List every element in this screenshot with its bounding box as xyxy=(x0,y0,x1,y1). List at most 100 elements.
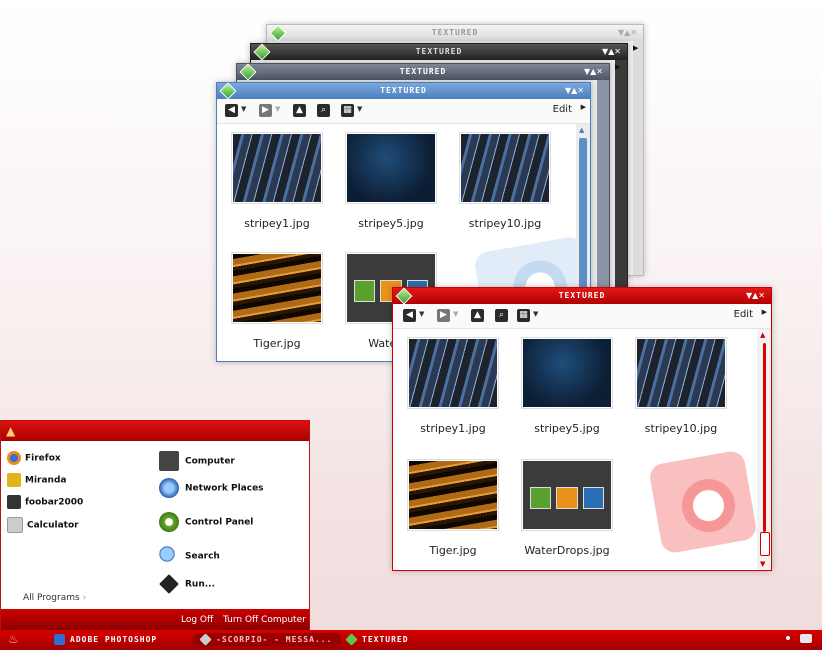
window-controls[interactable]: ▼▲✕ xyxy=(565,83,584,99)
scrollbar[interactable] xyxy=(615,60,627,294)
foobar2000-icon xyxy=(7,495,21,509)
arrow-right-icon: › xyxy=(82,593,87,603)
pinned-miranda[interactable]: Miranda xyxy=(7,473,66,487)
start-menu-footer: Log Off Turn Off Computer xyxy=(1,609,309,631)
file-item[interactable]: Tiger.jpg xyxy=(393,451,513,557)
file-name: stripey10.jpg xyxy=(644,422,718,435)
title-bar[interactable]: TEXTURED ▼▲✕ xyxy=(267,24,643,42)
pinned-calculator[interactable]: Calculator xyxy=(7,517,79,533)
notification-icon[interactable] xyxy=(800,634,812,643)
views-dropdown-icon[interactable]: ▼ xyxy=(357,105,362,113)
thumbnail xyxy=(345,132,437,204)
toolbar: ◀ ▼ ▶ ▼ ▲ ⌕ ▦ ▼ Edit ▶ xyxy=(393,304,771,329)
task-photoshop[interactable]: ADOBE PHOTOSHOP xyxy=(54,633,184,647)
title-bar[interactable]: TEXTURED ▼▲✕ xyxy=(237,63,609,81)
title-bar[interactable]: TEXTURED ▼▲✕ xyxy=(251,43,627,61)
window-controls[interactable]: ▼▲✕ xyxy=(618,25,637,41)
search-button[interactable]: ⌕ xyxy=(317,104,330,117)
file-item[interactable]: stripey5.jpg xyxy=(331,124,451,230)
window-controls[interactable]: ▼▲✕ xyxy=(602,44,621,60)
file-item[interactable]: Tiger.jpg xyxy=(217,244,337,350)
place-computer[interactable]: Computer xyxy=(159,451,235,471)
menu-arrow-icon[interactable]: ▶ xyxy=(615,63,620,71)
scroll-thumb[interactable] xyxy=(760,532,770,556)
file-item[interactable]: stripey1.jpg xyxy=(393,329,513,435)
scroll-up-icon[interactable]: ▲ xyxy=(760,331,765,339)
place-network[interactable]: Network Places xyxy=(159,478,264,498)
back-button[interactable]: ◀ xyxy=(225,104,238,117)
scroll-down-icon[interactable]: ▼ xyxy=(760,560,765,568)
thumbnail xyxy=(521,459,613,531)
up-folder-button[interactable]: ▲ xyxy=(471,309,484,322)
window-title: TEXTURED xyxy=(399,67,447,76)
taskbar: ♨ ADOBE PHOTOSHOP -SCORPIO- - MESSA... T… xyxy=(0,630,822,650)
place-control-panel[interactable]: Control Panel xyxy=(159,512,253,532)
thumbnail xyxy=(231,252,323,324)
title-bar[interactable]: TEXTURED ▼▲✕ xyxy=(217,82,590,100)
all-programs-button[interactable]: All Programs › xyxy=(23,593,86,603)
run-icon xyxy=(159,574,179,594)
place-run[interactable]: Run... xyxy=(159,574,215,594)
edit-menu[interactable]: Edit xyxy=(553,104,572,115)
thumbnail xyxy=(231,132,323,204)
search-icon xyxy=(159,546,179,566)
pinned-foobar2000[interactable]: foobar2000 xyxy=(7,495,83,509)
back-dropdown-icon[interactable]: ▼ xyxy=(419,310,424,318)
up-folder-button[interactable]: ▲ xyxy=(293,104,306,117)
edit-menu[interactable]: Edit xyxy=(734,309,753,320)
item-label: Network Places xyxy=(185,483,264,494)
task-label: ADOBE PHOTOSHOP xyxy=(70,635,158,644)
window-controls[interactable]: ▼▲✕ xyxy=(584,64,603,80)
scrollbar[interactable] xyxy=(633,41,643,275)
thumbnail xyxy=(521,337,613,409)
search-button[interactable]: ⌕ xyxy=(495,309,508,322)
forward-dropdown-icon[interactable]: ▼ xyxy=(275,105,280,113)
scroll-track[interactable] xyxy=(763,343,766,532)
task-label: -SCORPIO- - MESSA... xyxy=(216,635,333,644)
scrollbar[interactable]: ▲ ▼ xyxy=(757,329,771,570)
item-label: Calculator xyxy=(27,520,79,531)
item-label: All Programs xyxy=(23,593,80,603)
window-controls[interactable]: ▼▲✕ xyxy=(746,288,765,304)
item-label: Control Panel xyxy=(185,517,254,528)
item-label: Firefox xyxy=(25,453,61,464)
scrollbar[interactable] xyxy=(597,80,609,314)
log-off-button[interactable]: Log Off xyxy=(181,615,213,625)
views-button[interactable]: ▦ xyxy=(517,309,530,322)
pinned-firefox[interactable]: Firefox xyxy=(7,451,61,465)
back-dropdown-icon[interactable]: ▼ xyxy=(241,105,246,113)
task-messenger[interactable]: -SCORPIO- - MESSA... xyxy=(192,633,342,647)
file-name: Tiger.jpg xyxy=(253,337,301,350)
thumbnail xyxy=(635,337,727,409)
menu-arrow-icon[interactable]: ▶ xyxy=(633,44,638,52)
place-search[interactable]: Search xyxy=(159,546,220,566)
file-name: stripey10.jpg xyxy=(468,217,542,230)
forward-button[interactable]: ▶ xyxy=(259,104,272,117)
back-button[interactable]: ◀ xyxy=(403,309,416,322)
menu-arrow-icon[interactable]: ▶ xyxy=(762,308,767,316)
item-label: Run... xyxy=(185,579,216,590)
item-label: foobar2000 xyxy=(25,497,84,508)
item-label: Computer xyxy=(185,456,235,467)
views-dropdown-icon[interactable]: ▼ xyxy=(533,310,538,318)
task-textured[interactable]: TEXTURED xyxy=(345,633,476,647)
forward-dropdown-icon[interactable]: ▼ xyxy=(453,310,458,318)
file-item[interactable]: stripey10.jpg xyxy=(621,329,741,435)
explorer-window-red[interactable]: TEXTURED ▼▲✕ ◀ ▼ ▶ ▼ ▲ ⌕ ▦ ▼ Edit ▶ stri… xyxy=(392,287,772,571)
file-item[interactable]: stripey10.jpg xyxy=(445,124,565,230)
network-icon xyxy=(159,478,179,498)
file-item[interactable]: stripey1.jpg xyxy=(217,124,337,230)
file-name: stripey1.jpg xyxy=(420,422,486,435)
title-bar[interactable]: TEXTURED ▼▲✕ xyxy=(393,287,771,305)
task-label: TEXTURED xyxy=(362,635,409,644)
start-menu-header: ▲ xyxy=(1,421,309,441)
file-item[interactable]: WaterDrops.jpg xyxy=(507,451,627,557)
views-button[interactable]: ▦ xyxy=(341,104,354,117)
file-item[interactable]: stripey5.jpg xyxy=(507,329,627,435)
start-button[interactable]: ♨ xyxy=(8,632,19,646)
menu-arrow-icon[interactable]: ▶ xyxy=(581,103,586,111)
turn-off-button[interactable]: Turn Off Computer xyxy=(223,615,306,625)
scroll-up-icon[interactable]: ▲ xyxy=(579,126,584,134)
forward-button[interactable]: ▶ xyxy=(437,309,450,322)
thumbnail xyxy=(407,459,499,531)
